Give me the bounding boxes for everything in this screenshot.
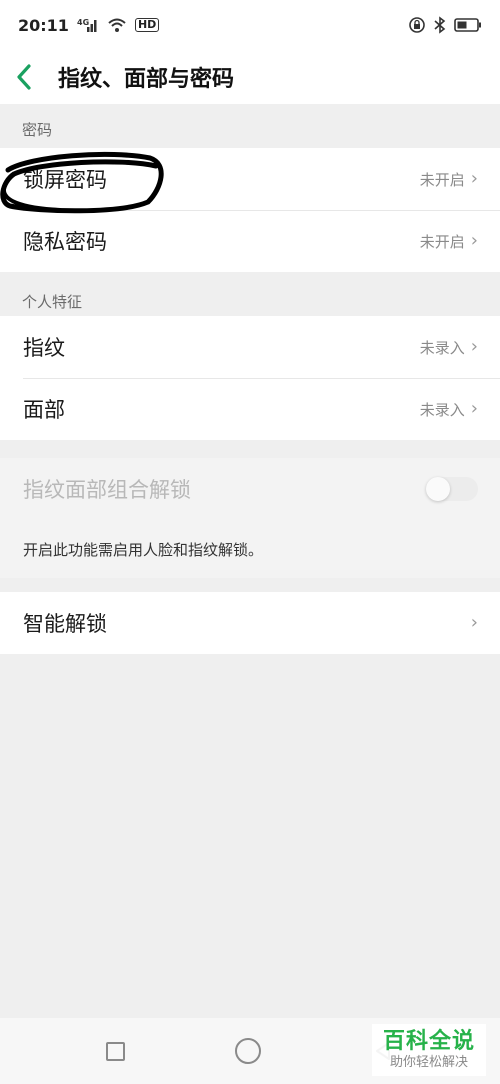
row-label: 面部 <box>23 398 65 422</box>
svg-text:4G: 4G <box>77 18 89 27</box>
row-value: 未开启 <box>419 232 465 251</box>
combo-unlock-row[interactable]: 指纹面部组合解锁 <box>0 458 500 520</box>
row-value: 未开启 <box>419 170 465 189</box>
section-label-biometrics: 个人特征 <box>22 292 83 311</box>
row-value: 未录入 <box>419 400 465 419</box>
privacy-password-row[interactable]: 隐私密码 未开启 › <box>0 210 500 272</box>
row-label: 指纹 <box>23 336 65 360</box>
chevron-right-icon: › <box>470 398 478 419</box>
clock: 20:11 <box>18 15 69 35</box>
combo-helper-text: 开启此功能需启用人脸和指纹解锁。 <box>0 520 500 578</box>
face-row[interactable]: 面部 未录入 › <box>0 378 500 440</box>
status-bar-left: 20:11 4G HD <box>18 15 160 35</box>
password-group: 锁屏密码 未开启 › 隐私密码 未开启 › <box>0 148 500 272</box>
smart-unlock-row[interactable]: 智能解锁 › <box>0 592 500 654</box>
section-label-password: 密码 <box>22 120 53 139</box>
hd-badge: HD <box>134 18 160 32</box>
fingerprint-row[interactable]: 指纹 未录入 › <box>0 316 500 378</box>
smart-unlock-group: 智能解锁 › <box>0 592 500 654</box>
chevron-left-icon <box>17 64 31 90</box>
status-bar: 20:11 4G HD <box>0 0 500 50</box>
app-header: 指纹、面部与密码 <box>0 50 500 104</box>
toggle-knob <box>426 477 450 501</box>
bluetooth-icon <box>434 16 446 34</box>
lock-screen-password-row[interactable]: 锁屏密码 未开启 › <box>0 148 500 210</box>
chevron-right-icon: › <box>470 336 478 357</box>
row-label: 指纹面部组合解锁 <box>23 478 191 502</box>
row-label: 隐私密码 <box>23 230 107 254</box>
combo-unlock-toggle[interactable] <box>426 477 478 501</box>
watermark-title: 百科全说 <box>382 1029 475 1054</box>
chevron-right-icon: › <box>470 168 478 189</box>
row-label: 锁屏密码 <box>23 168 107 192</box>
battery-icon <box>454 17 482 33</box>
status-bar-right <box>408 16 482 34</box>
watermark-subtitle: 助你轻松解决 <box>389 1055 468 1070</box>
biometrics-group: 指纹 未录入 › 面部 未录入 › <box>0 316 500 440</box>
recents-button[interactable] <box>105 1041 125 1061</box>
signal-icon: 4G <box>77 17 99 33</box>
back-button[interactable] <box>16 57 46 97</box>
combo-unlock-group: 指纹面部组合解锁 <box>0 458 500 520</box>
row-label: 智能解锁 <box>23 612 107 636</box>
wifi-icon <box>107 17 127 33</box>
row-value: 未录入 <box>419 338 465 357</box>
page-title: 指纹、面部与密码 <box>58 67 235 92</box>
home-button[interactable] <box>234 1038 261 1064</box>
watermark-logo: 百科全说 助你轻松解决 <box>372 1024 486 1076</box>
rotation-lock-icon <box>408 16 426 34</box>
chevron-right-icon: › <box>470 612 478 633</box>
chevron-right-icon: › <box>470 230 478 251</box>
